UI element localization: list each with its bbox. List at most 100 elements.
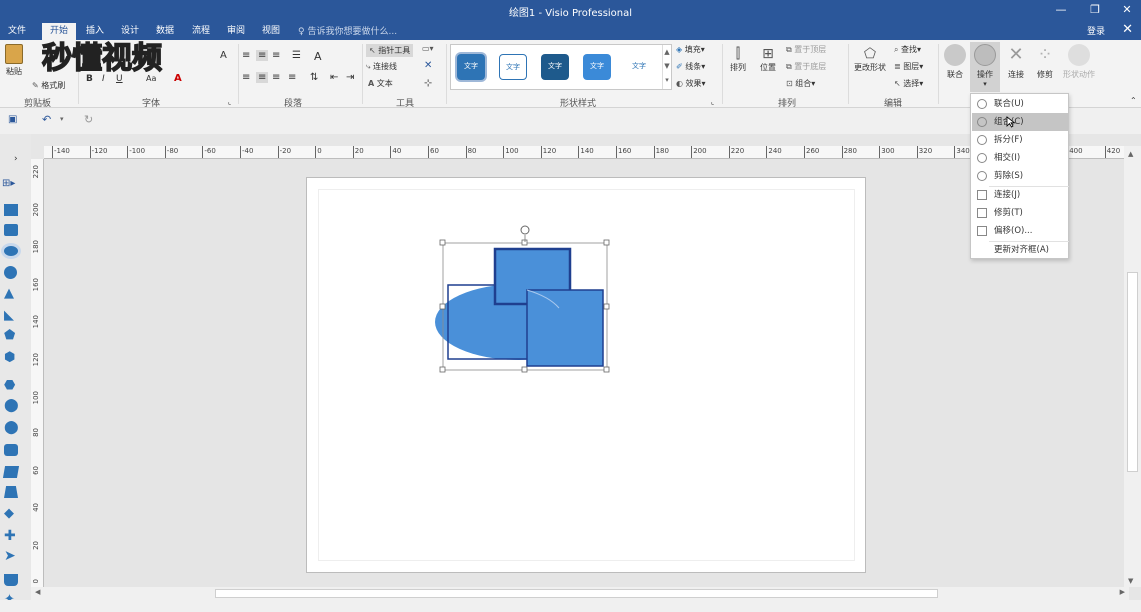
rounded-rect-shape-icon[interactable] bbox=[4, 444, 18, 456]
gallery-scroll[interactable]: ▲ ▼ ▾ bbox=[662, 45, 671, 89]
position-button[interactable]: ⊞ 位置 bbox=[756, 46, 780, 73]
pointer-tool-button[interactable]: ↖ 指针工具 bbox=[366, 44, 414, 57]
rectangle-tool-button[interactable]: ▭▾ bbox=[422, 44, 434, 53]
scroll-left-icon[interactable]: ◀ bbox=[35, 588, 40, 596]
chevron-shape-icon[interactable]: ➤ bbox=[4, 548, 16, 564]
menu-item-intersect[interactable]: 相交(I) bbox=[972, 149, 1068, 167]
text-rotate-icon[interactable]: A bbox=[314, 50, 322, 63]
menu-item-offset[interactable]: 偏移(O)... bbox=[972, 222, 1068, 240]
redo-icon[interactable]: ↻ bbox=[84, 113, 93, 126]
increase-indent-icon[interactable]: ⇥ bbox=[346, 72, 354, 83]
square-shape-icon[interactable] bbox=[4, 224, 18, 236]
shape-styles-dialog-launcher[interactable]: ⌞ bbox=[711, 98, 714, 106]
octagon-shape-icon[interactable]: ⬤ bbox=[4, 398, 19, 413]
horizontal-scroll-thumb[interactable] bbox=[215, 589, 938, 598]
undo-dropdown-icon[interactable]: ▾ bbox=[60, 115, 64, 123]
send-to-back-button[interactable]: ⧉ 置于底层 bbox=[786, 61, 826, 72]
align-right-icon[interactable]: ≡ bbox=[272, 72, 280, 83]
menu-item-combine[interactable]: 组合(C) bbox=[972, 113, 1068, 131]
text-tool-button[interactable]: A 文本 bbox=[368, 78, 393, 89]
rectangle-shape-icon[interactable] bbox=[4, 204, 18, 216]
menu-item-union[interactable]: 联合(U) bbox=[972, 95, 1068, 113]
trim-button[interactable]: ⁘ 修剪 bbox=[1032, 44, 1058, 80]
parallelogram-shape-icon[interactable] bbox=[2, 466, 20, 478]
style-chip-3[interactable]: 文字 bbox=[541, 54, 569, 80]
drawing-page[interactable] bbox=[306, 177, 866, 573]
diamond-shape-icon[interactable]: ◆ bbox=[4, 506, 14, 521]
triangle-shape-icon[interactable]: ▲ bbox=[4, 286, 14, 301]
close-icon[interactable]: ✕ bbox=[1122, 22, 1133, 37]
align-left-icon[interactable]: ≡ bbox=[242, 72, 250, 83]
tab-view[interactable]: 视图 bbox=[256, 23, 286, 40]
shrink-font-button[interactable]: A bbox=[220, 50, 227, 61]
align-top-icon[interactable]: ≡ bbox=[242, 50, 250, 61]
decrease-indent-icon[interactable]: ⇤ bbox=[330, 72, 338, 83]
format-painter-button[interactable]: ✎ 格式刷 bbox=[32, 80, 65, 91]
close-button[interactable]: ✕ bbox=[1110, 0, 1141, 22]
connection-point-icon[interactable]: ⊹ bbox=[424, 78, 432, 89]
tab-file[interactable]: 文件 bbox=[2, 23, 32, 40]
menu-item-update-alignment-box[interactable]: 更新对齐框(A) bbox=[972, 241, 1068, 259]
cross-shape-icon[interactable]: ✚ bbox=[4, 528, 16, 544]
style-chip-2[interactable]: 文字 bbox=[499, 54, 527, 80]
decagon-shape-icon[interactable]: ⬤ bbox=[4, 420, 19, 435]
menu-item-trim[interactable]: 修剪(T) bbox=[972, 204, 1068, 222]
font-dialog-launcher[interactable]: ⌞ bbox=[228, 98, 231, 106]
menu-item-fragment[interactable]: 拆分(F) bbox=[972, 131, 1068, 149]
style-chip-4[interactable]: 文字 bbox=[583, 54, 611, 80]
save-icon[interactable]: ▣ bbox=[8, 114, 17, 125]
can-shape-icon[interactable] bbox=[4, 574, 18, 586]
connect-button[interactable]: ✕ 连接 bbox=[1003, 44, 1029, 80]
bring-to-front-button[interactable]: ⧉ 置于顶层 bbox=[786, 44, 826, 55]
expand-panel-icon[interactable]: › bbox=[14, 154, 18, 164]
circle-shape-icon[interactable] bbox=[4, 266, 17, 279]
justify-icon[interactable]: ≡ bbox=[288, 72, 296, 83]
drawing-canvas[interactable] bbox=[44, 159, 1124, 587]
arrange-button[interactable]: ⫿ 排列 bbox=[726, 46, 750, 73]
pentagon-shape-icon[interactable]: ⬟ bbox=[4, 328, 15, 343]
group-button[interactable]: ⊡ 组合▾ bbox=[786, 78, 815, 89]
union-button[interactable]: 联合 bbox=[942, 44, 968, 80]
align-center-icon[interactable]: ≡ bbox=[256, 72, 269, 83]
effects-button[interactable]: ◐ 效果▾ bbox=[676, 78, 706, 89]
tell-me-box[interactable]: ♀ 告诉我你想要做什么... bbox=[298, 24, 397, 37]
change-shape-button[interactable]: ⬠ 更改形状 bbox=[852, 46, 888, 73]
layers-button[interactable]: ≣ 图层▾ bbox=[894, 61, 923, 72]
style-chip-5[interactable]: 文字 bbox=[625, 54, 653, 80]
horizontal-scrollbar[interactable]: ◀ ▶ bbox=[31, 587, 1129, 600]
text-direction-icon[interactable]: ⇅ bbox=[310, 72, 318, 83]
minimize-button[interactable]: — bbox=[1044, 0, 1078, 22]
bullets-icon[interactable]: ☰ bbox=[292, 50, 301, 61]
hexagon-shape-icon[interactable]: ⬢ bbox=[4, 350, 15, 365]
trapezoid-shape-icon[interactable] bbox=[4, 486, 18, 498]
fill-button[interactable]: ◈ 填充▾ bbox=[676, 44, 705, 55]
align-middle-icon[interactable]: ≡ bbox=[256, 50, 269, 61]
heptagon-shape-icon[interactable]: ⬣ bbox=[4, 378, 15, 393]
align-bottom-icon[interactable]: ≡ bbox=[272, 50, 280, 61]
menu-item-subtract[interactable]: 剪除(S) bbox=[972, 167, 1068, 185]
find-button[interactable]: ⌕ 查找▾ bbox=[894, 44, 921, 55]
vertical-scrollbar[interactable]: ▲ ▼ bbox=[1124, 146, 1141, 587]
scroll-down-icon[interactable]: ▼ bbox=[1128, 577, 1133, 585]
select-button[interactable]: ↖ 选择▾ bbox=[894, 78, 923, 89]
collapse-ribbon-icon[interactable]: ⌃ bbox=[1130, 96, 1137, 105]
scroll-right-icon[interactable]: ▶ bbox=[1120, 588, 1125, 596]
close-tool-icon[interactable]: ✕ bbox=[424, 60, 432, 71]
connector-tool-button[interactable]: ⤷ 连接线 bbox=[366, 61, 397, 72]
tab-review[interactable]: 审阅 bbox=[221, 23, 251, 40]
scroll-up-icon[interactable]: ▲ bbox=[1128, 150, 1133, 158]
paste-button[interactable]: 粘贴 bbox=[2, 44, 26, 77]
sign-in-link[interactable]: 登录 bbox=[1087, 24, 1105, 37]
menu-item-join[interactable]: 连接(J) bbox=[972, 186, 1068, 204]
shape-action-button[interactable]: 形状动作 bbox=[1060, 44, 1098, 80]
right-triangle-shape-icon[interactable]: ◣ bbox=[4, 308, 14, 323]
ellipse-shape-icon[interactable] bbox=[4, 246, 18, 256]
style-chip-1[interactable]: 文字 bbox=[457, 54, 485, 80]
restore-button[interactable]: ❐ bbox=[1078, 0, 1112, 22]
right-square-shape[interactable] bbox=[526, 289, 604, 367]
operate-button[interactable]: 操作 ▾ bbox=[970, 42, 1000, 92]
undo-icon[interactable]: ↶ bbox=[42, 113, 51, 126]
shapes-panel-icon[interactable]: ⊞▸ bbox=[2, 178, 15, 189]
vertical-scroll-thumb[interactable] bbox=[1127, 272, 1138, 472]
line-button[interactable]: ✐ 线条▾ bbox=[676, 61, 705, 72]
